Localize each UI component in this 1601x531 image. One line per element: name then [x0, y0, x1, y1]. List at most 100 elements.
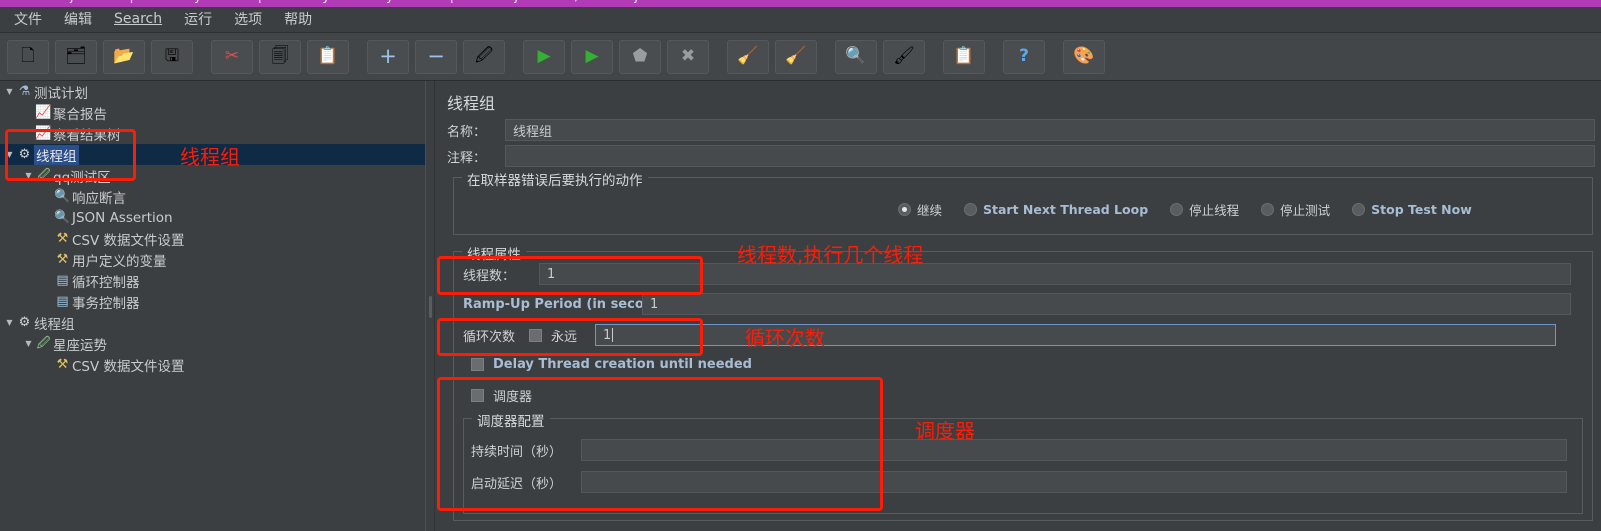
startup-delay-input[interactable]: [581, 471, 1567, 493]
copy-icon: 🗐: [271, 46, 289, 66]
tree-node-qq-test[interactable]: ▼ 🖉 qq测试区: [0, 165, 425, 186]
duration-input[interactable]: [581, 439, 1567, 461]
reset-search-button[interactable]: 🖌: [883, 39, 925, 74]
shutdown-button[interactable]: ✖: [667, 39, 709, 74]
clear-all-button[interactable]: 🧹: [775, 39, 817, 74]
error-action-groupbox: 在取样器错误后要执行的动作 继续 Start Next Thread Loop 停止…: [453, 169, 1593, 235]
radio-indicator[interactable]: [1261, 203, 1275, 216]
num-threads-input[interactable]: 1: [539, 263, 1571, 285]
tools-icon: ⚒: [56, 252, 69, 267]
radio-indicator[interactable]: [964, 203, 978, 216]
thread-group-config-panel: 线程组 名称： 线程组 注释： 在取样器错误后要执行的动作 继续 Start Ne…: [435, 81, 1601, 531]
tree-node-csv-data-set-1[interactable]: ⚒ CSV 数据文件设置: [0, 228, 425, 249]
tools-icon: ⚒: [56, 357, 69, 372]
delay-thread-row[interactable]: Delay Thread creation until needed: [471, 357, 752, 372]
expand-all-button[interactable]: +: [367, 39, 409, 74]
ramp-up-input[interactable]: 1: [642, 293, 1571, 315]
menu-edit[interactable]: 编辑: [53, 7, 103, 32]
menu-search[interactable]: Search: [103, 9, 173, 30]
chevron-down-icon[interactable]: ▼: [4, 150, 15, 159]
test-plan-tree[interactable]: ▼ ⚗ 测试计划 📈 聚合报告 📈 察看结果树 ▼ ⚙ 线程组 ▼ 🖉 qq测试区 🔍 响应断言 🔍 JSON …: [0, 81, 425, 531]
menu-bar: 文件 编辑 Search 运行 选项 帮助: [0, 7, 1601, 33]
chevron-down-icon[interactable]: ▼: [23, 339, 34, 348]
radio-stop-thread[interactable]: 停止线程: [1170, 200, 1239, 219]
menu-file[interactable]: 文件: [3, 7, 53, 32]
help-button[interactable]: ?: [1003, 39, 1045, 74]
stop-button[interactable]: ⬟: [619, 39, 661, 74]
delay-thread-label: Delay Thread creation until needed: [493, 357, 752, 372]
yellow-broom-icon: 🖌: [893, 46, 915, 66]
tree-node-label: CSV 数据文件设置: [72, 358, 185, 375]
toggle-pencil-icon: 🖉: [474, 46, 494, 66]
menu-run[interactable]: 运行: [173, 7, 223, 32]
tree-node-transaction-controller[interactable]: ▤ 事务控制器: [0, 291, 425, 312]
cut-button[interactable]: ✂: [211, 39, 253, 74]
toggle-button[interactable]: 🖉: [463, 39, 505, 74]
tree-node-thread-group-1[interactable]: ▼ ⚙ 线程组: [0, 144, 425, 165]
radio-label: Stop Test Now: [1371, 202, 1472, 217]
tree-node-json-assertion[interactable]: 🔍 JSON Assertion: [0, 207, 425, 228]
menu-item-label: Search: [114, 11, 163, 27]
startup-delay-row: 启动延迟（秒）: [471, 471, 1575, 493]
new-button[interactable]: 🗋: [7, 39, 49, 74]
radio-label: 停止线程: [1189, 203, 1240, 218]
comment-input[interactable]: [505, 145, 1595, 167]
radio-indicator[interactable]: [898, 203, 911, 216]
tree-node-horoscope[interactable]: ▼ 🖉 星座运势: [0, 333, 425, 354]
radio-stop-test-now[interactable]: Stop Test Now: [1352, 202, 1472, 217]
clear-all-broom-icon: 🧹: [785, 46, 807, 66]
radio-continue[interactable]: 继续: [898, 200, 942, 219]
radio-label: Start Next Thread Loop: [983, 202, 1149, 217]
loop-count-input[interactable]: 1: [595, 324, 1556, 346]
chevron-down-icon[interactable]: ▼: [4, 87, 15, 96]
menu-options[interactable]: 选项: [223, 7, 273, 32]
tree-node-thread-group-2[interactable]: ▼ ⚙ 线程组: [0, 312, 425, 333]
radio-stop-test[interactable]: 停止测试: [1261, 200, 1330, 219]
save-button[interactable]: 🖫: [151, 39, 193, 74]
tree-node-view-results-tree[interactable]: 📈 察看结果树: [0, 123, 425, 144]
start-button[interactable]: ▶: [523, 39, 565, 74]
name-input[interactable]: 线程组: [505, 119, 1595, 141]
scheduler-row[interactable]: 调度器: [471, 386, 532, 405]
tree-node-loop-controller[interactable]: ▤ 循环控制器: [0, 270, 425, 291]
start-no-pauses-button[interactable]: ▶: [571, 39, 613, 74]
clear-broom-icon: 🧹: [737, 46, 759, 66]
toolbar: 🗋 🗂 📂 🖫 ✂ 🗐 📋 + − 🖉 ▶ ▶ ⬟ ✖ 🧹 🧹 🔍 🖌 📋? 🎨: [0, 33, 1601, 81]
magnifier-icon: 🔍: [54, 210, 71, 225]
open-button[interactable]: 📂: [103, 39, 145, 74]
binoculars-icon: 🔍: [845, 46, 867, 66]
tree-node-response-assertion[interactable]: 🔍 响应断言: [0, 186, 425, 207]
function-helper-button[interactable]: 📋: [943, 39, 985, 74]
toolbar-separator: [820, 40, 832, 74]
num-threads-label: 线程数：: [463, 268, 516, 284]
undo-redo-button[interactable]: 🎨: [1063, 39, 1105, 74]
tree-node-csv-data-set-2[interactable]: ⚒ CSV 数据文件设置: [0, 354, 425, 375]
help-book-icon: ?: [1019, 46, 1029, 66]
tree-node-label: 线程组: [34, 316, 75, 333]
forever-checkbox[interactable]: [529, 328, 542, 342]
gear-icon: ⚙: [18, 147, 31, 162]
radio-start-next-thread-loop[interactable]: Start Next Thread Loop: [964, 202, 1148, 217]
templates-button[interactable]: 🗂: [55, 39, 97, 74]
radio-indicator[interactable]: [1170, 203, 1184, 216]
search-button[interactable]: 🔍: [835, 39, 877, 74]
collapse-all-button[interactable]: −: [415, 39, 457, 74]
scheduler-checkbox[interactable]: [471, 389, 484, 402]
clear-button[interactable]: 🧹: [727, 39, 769, 74]
radio-indicator[interactable]: [1352, 203, 1366, 216]
chevron-down-icon[interactable]: ▼: [23, 171, 34, 180]
tree-node-label: 响应断言: [72, 190, 126, 207]
tree-node-test-plan[interactable]: ▼ ⚗ 测试计划: [0, 81, 425, 102]
copy-button[interactable]: 🗐: [259, 39, 301, 74]
delay-thread-checkbox[interactable]: [471, 358, 484, 371]
menu-help[interactable]: 帮助: [273, 7, 323, 32]
tree-node-aggregate-report[interactable]: 📈 聚合报告: [0, 102, 425, 123]
tree-node-label: 线程组: [34, 144, 79, 165]
chevron-down-icon[interactable]: ▼: [4, 318, 15, 327]
tree-node-user-variables[interactable]: ⚒ 用户定义的变量: [0, 249, 425, 270]
magnifier-icon: 🔍: [54, 189, 71, 204]
paste-button[interactable]: 📋: [307, 39, 349, 74]
pane-splitter[interactable]: [425, 81, 435, 531]
play-triangle-icon: ▶: [537, 46, 551, 66]
tree-node-label: 事务控制器: [72, 295, 140, 312]
